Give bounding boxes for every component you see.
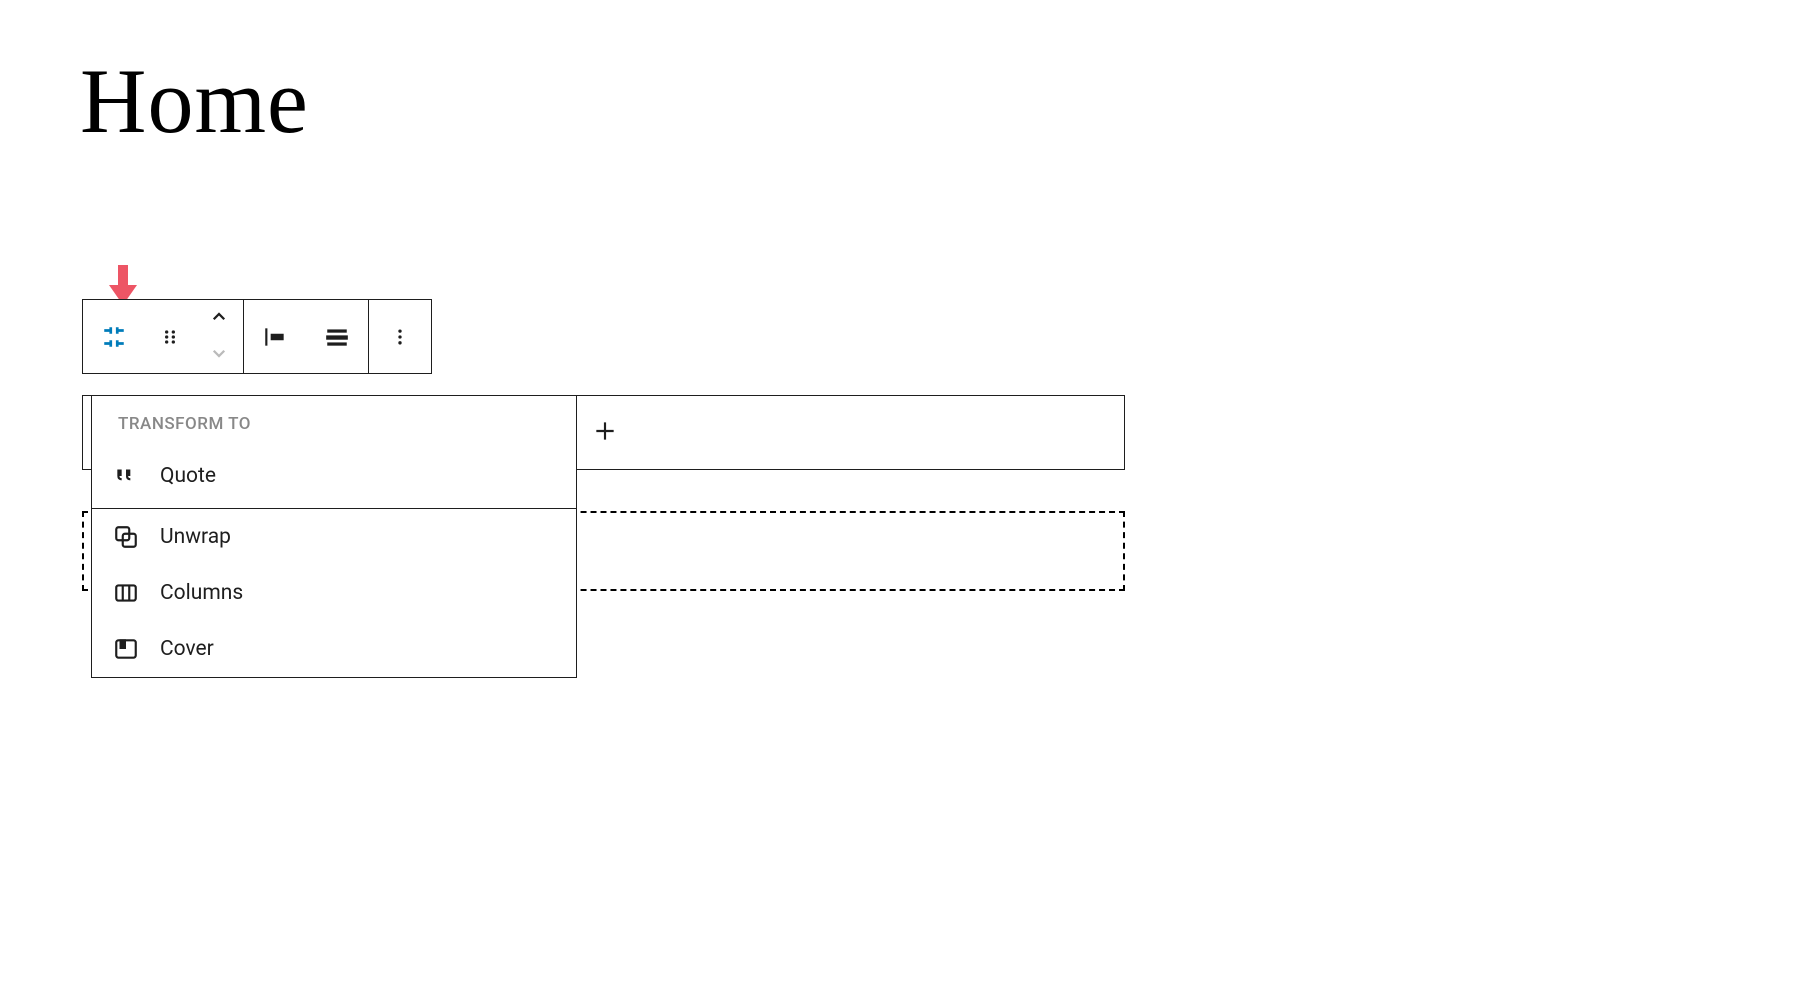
align-width-icon: [323, 323, 351, 351]
cover-icon: [112, 635, 140, 663]
transform-item-label: Quote: [160, 464, 216, 488]
add-block-button[interactable]: [572, 396, 1124, 469]
transform-item-label: Unwrap: [160, 525, 231, 549]
transform-item-label: Columns: [160, 581, 243, 605]
plus-icon: [592, 418, 618, 448]
group-icon: [100, 323, 128, 351]
block-type-button[interactable]: [83, 300, 145, 373]
move-up-button[interactable]: [195, 300, 243, 336]
transform-dropdown: TRANSFORM TO Quote Unwrap Columns: [91, 395, 577, 678]
align-left-icon: [261, 323, 289, 351]
transform-item-columns[interactable]: Columns: [92, 565, 576, 621]
chevron-down-icon: [210, 344, 228, 365]
drag-handle-button[interactable]: [145, 300, 195, 373]
transform-header: TRANSFORM TO: [92, 396, 576, 448]
toolbar-group-align: [244, 300, 369, 373]
more-vertical-icon: [386, 323, 414, 351]
drag-handle-icon: [156, 323, 184, 351]
block-toolbar: [82, 299, 432, 374]
move-down-button[interactable]: [195, 336, 243, 372]
transform-item-cover[interactable]: Cover: [92, 621, 576, 677]
transform-item-unwrap[interactable]: Unwrap: [92, 509, 576, 565]
page-title: Home: [80, 48, 309, 154]
chevron-up-icon: [210, 308, 228, 329]
toolbar-group-block: [83, 300, 244, 373]
more-options-button[interactable]: [369, 300, 431, 373]
unwrap-icon: [112, 523, 140, 551]
align-left-button[interactable]: [244, 300, 306, 373]
move-buttons: [195, 300, 243, 373]
columns-icon: [112, 579, 140, 607]
transform-item-label: Cover: [160, 637, 214, 661]
transform-item-quote[interactable]: Quote: [92, 448, 576, 509]
toolbar-group-more: [369, 300, 431, 373]
quote-icon: [112, 462, 140, 490]
align-width-button[interactable]: [306, 300, 368, 373]
